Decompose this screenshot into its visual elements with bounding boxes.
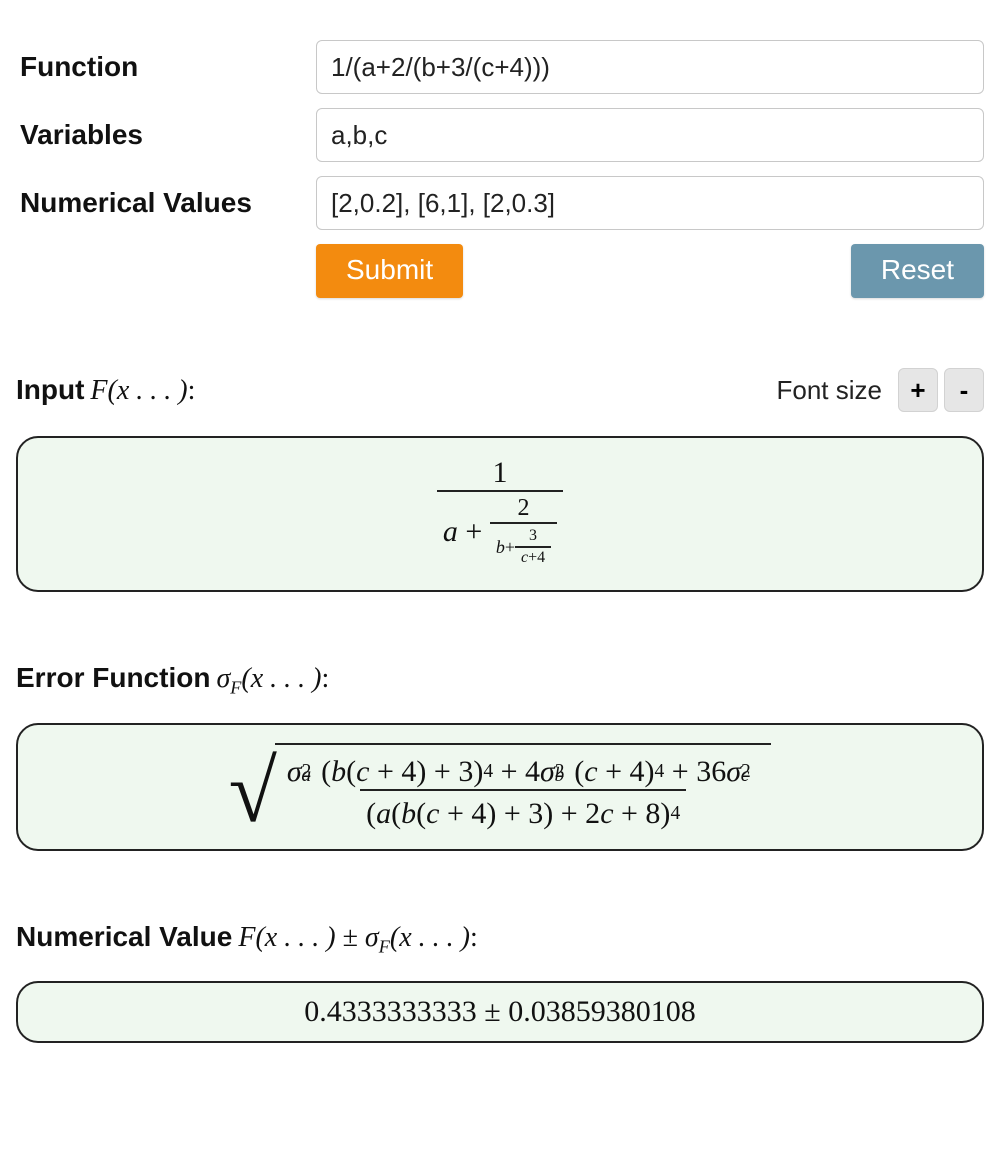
numeric-display-box: 0.4333333333 ± 0.03859380108 <box>16 981 984 1043</box>
error-formula: √ σ2a(b(c + 4) + 3)4 + 4σ2b(c + 4)4 + 36… <box>229 743 772 831</box>
section-head-numeric: Numerical Value F(x . . . ) ± σF(x . . .… <box>16 921 984 958</box>
row-function: Function <box>16 40 984 94</box>
fontsize-label: Font size <box>777 375 883 406</box>
input-formula: 1 a + 2 b+ 3 c+4 <box>437 456 563 572</box>
row-numvalues: Numerical Values <box>16 176 984 230</box>
numeric-value: 0.4333333333 ± 0.03859380108 <box>304 995 695 1029</box>
reset-button[interactable]: Reset <box>851 244 984 298</box>
error-heading-text: Error Function <box>16 662 210 694</box>
label-function: Function <box>16 51 316 83</box>
button-row: Submit Reset <box>316 244 984 298</box>
fontsize-minus-button[interactable]: - <box>944 368 984 412</box>
fontsize-plus-button[interactable]: + <box>898 368 938 412</box>
numeric-heading-text: Numerical Value <box>16 921 232 953</box>
section-head-error: Error Function σF(x . . . ): <box>16 662 984 699</box>
error-display-box: √ σ2a(b(c + 4) + 3)4 + 4σ2b(c + 4)4 + 36… <box>16 723 984 851</box>
fontsize-controls: Font size + - <box>777 368 985 412</box>
label-variables: Variables <box>16 119 316 151</box>
error-heading-math: σF(x . . . ): <box>216 663 329 699</box>
submit-button[interactable]: Submit <box>316 244 463 298</box>
input-numvalues[interactable] <box>316 176 984 230</box>
label-numvalues: Numerical Values <box>16 187 316 219</box>
numeric-heading-math: F(x . . . ) ± σF(x . . . ): <box>238 922 477 958</box>
input-heading-text: Input <box>16 374 84 406</box>
input-display-box: 1 a + 2 b+ 3 c+4 <box>16 436 984 592</box>
section-head-input: Input F(x . . . ): Font size + - <box>16 368 984 412</box>
input-variables[interactable] <box>316 108 984 162</box>
row-variables: Variables <box>16 108 984 162</box>
input-function[interactable] <box>316 40 984 94</box>
input-heading-math: F(x . . . ): <box>90 375 195 407</box>
page: Function Variables Numerical Values Subm… <box>0 0 1000 1073</box>
